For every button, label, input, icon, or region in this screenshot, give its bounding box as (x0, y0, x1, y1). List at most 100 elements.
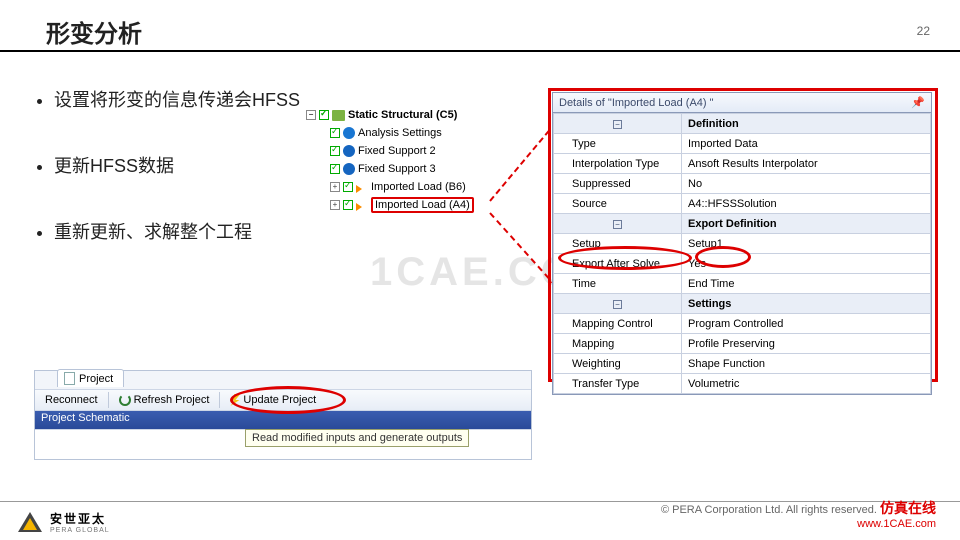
update-label: Update Project (243, 394, 316, 406)
check-icon (330, 128, 340, 138)
property-row[interactable]: Transfer TypeVolumetric (554, 374, 931, 394)
slide-title: 形变分析 (46, 14, 142, 49)
property-row[interactable]: SourceA4::HFSSSolution (554, 194, 931, 214)
tree-item-label: Fixed Support 3 (358, 163, 436, 175)
prop-value[interactable]: Imported Data (682, 134, 931, 154)
update-tooltip: Read modified inputs and generate output… (245, 429, 469, 447)
project-schematic-bar[interactable]: Project Schematic (35, 411, 191, 429)
details-table: −Definition TypeImported Data Interpolat… (553, 113, 931, 394)
section-label: Settings (682, 294, 931, 314)
bullet-item: 设置将形变的信息传递会HFSS (54, 86, 300, 112)
refresh-icon (119, 394, 131, 406)
copyright-text: © PERA Corporation Ltd. All rights reser… (661, 504, 877, 516)
outline-tree[interactable]: − Static Structural (C5) Analysis Settin… (300, 106, 500, 214)
support-icon (343, 163, 355, 175)
section-row[interactable]: −Definition (554, 114, 931, 134)
prop-key: Time (554, 274, 682, 294)
check-icon (343, 200, 353, 210)
check-icon (343, 182, 353, 192)
property-row[interactable]: WeightingShape Function (554, 354, 931, 374)
tree-item-label: Analysis Settings (358, 127, 442, 139)
tree-item[interactable]: + Imported Load (B6) (300, 178, 500, 196)
prop-value[interactable]: Volumetric (682, 374, 931, 394)
prop-key: Suppressed (554, 174, 682, 194)
check-icon (330, 146, 340, 156)
pin-icon[interactable]: 📌 (911, 96, 925, 109)
property-row[interactable]: Mapping ControlProgram Controlled (554, 314, 931, 334)
page-number: 22 (917, 24, 930, 38)
check-icon (330, 164, 340, 174)
footer-logo: 安世亚太 PERA GLOBAL (18, 510, 110, 534)
footer-brand: 仿真在线 (880, 500, 936, 516)
tree-item-label: Imported Load (B6) (371, 181, 466, 193)
logo-text: 安世亚太 PERA GLOBAL (50, 510, 110, 534)
collapse-icon[interactable]: − (306, 110, 316, 120)
project-tab-label: Project (79, 373, 113, 385)
prop-value[interactable]: Program Controlled (682, 314, 931, 334)
prop-key: Type (554, 134, 682, 154)
expand-icon[interactable]: + (330, 200, 340, 210)
footer-copyright: © PERA Corporation Ltd. All rights reser… (661, 498, 936, 518)
property-row[interactable]: SuppressedNo (554, 174, 931, 194)
property-row[interactable]: Export After SolveYes (554, 254, 931, 274)
prop-key: Mapping (554, 334, 682, 354)
footer-url: www.1CAE.com (661, 518, 936, 530)
bullet-list: 设置将形变的信息传递会HFSS 更新HFSS数据 重新更新、求解整个工程 (34, 86, 300, 284)
section-row[interactable]: −Settings (554, 294, 931, 314)
tree-root[interactable]: − Static Structural (C5) (300, 106, 500, 124)
details-title: Details of "Imported Load (A4) " (559, 97, 714, 109)
project-bar-spacer (191, 411, 531, 429)
prop-key: Export After Solve (554, 254, 682, 274)
property-row[interactable]: TimeEnd Time (554, 274, 931, 294)
gear-icon (343, 127, 355, 139)
prop-value[interactable]: Setup1 (682, 234, 931, 254)
prop-value[interactable]: A4::HFSSSolution (682, 194, 931, 214)
prop-value[interactable]: Shape Function (682, 354, 931, 374)
tree-item-label: Imported Load (A4) (371, 197, 474, 213)
footer-right: © PERA Corporation Ltd. All rights reser… (661, 498, 936, 530)
expand-icon[interactable]: + (330, 182, 340, 192)
check-icon (319, 110, 329, 120)
tree-root-label: Static Structural (C5) (348, 109, 457, 121)
folder-icon (332, 110, 345, 121)
property-row[interactable]: TypeImported Data (554, 134, 931, 154)
section-label: Export Definition (682, 214, 931, 234)
toolbar-separator (108, 392, 109, 408)
details-panel: Details of "Imported Load (A4) " 📌 −Defi… (552, 92, 932, 395)
project-tab[interactable]: Project (57, 369, 124, 387)
tree-item[interactable]: Analysis Settings (300, 124, 500, 142)
details-header: Details of "Imported Load (A4) " 📌 (553, 93, 931, 113)
logo-en: PERA GLOBAL (50, 527, 110, 534)
prop-value[interactable]: Ansoft Results Interpolator (682, 154, 931, 174)
prop-value[interactable]: Profile Preserving (682, 334, 931, 354)
prop-key: Transfer Type (554, 374, 682, 394)
refresh-project-button[interactable]: Refresh Project (113, 393, 216, 407)
project-toolbar: Reconnect Refresh Project Update Project (35, 389, 531, 411)
property-row[interactable]: SetupSetup1 (554, 234, 931, 254)
prop-value[interactable]: No (682, 174, 931, 194)
document-icon (64, 372, 75, 385)
bullet-item: 重新更新、求解整个工程 (54, 218, 300, 244)
prop-value[interactable]: Yes (682, 254, 931, 274)
refresh-label: Refresh Project (134, 394, 210, 406)
reconnect-label: Reconnect (45, 394, 98, 406)
tree-item-label: Fixed Support 2 (358, 145, 436, 157)
property-row[interactable]: Interpolation TypeAnsoft Results Interpo… (554, 154, 931, 174)
bullet-item: 更新HFSS数据 (54, 152, 300, 178)
prop-key: Weighting (554, 354, 682, 374)
prop-key: Interpolation Type (554, 154, 682, 174)
tree-item[interactable]: Fixed Support 2 (300, 142, 500, 160)
prop-value[interactable]: End Time (682, 274, 931, 294)
prop-key: Setup (554, 234, 682, 254)
tree-item-selected[interactable]: + Imported Load (A4) (300, 196, 500, 214)
property-row[interactable]: MappingProfile Preserving (554, 334, 931, 354)
section-row[interactable]: −Export Definition (554, 214, 931, 234)
update-project-button[interactable]: Update Project (224, 393, 322, 407)
lightning-icon (230, 394, 240, 406)
logo-triangle-icon (18, 512, 42, 532)
reconnect-button[interactable]: Reconnect (39, 393, 104, 407)
project-panel: Project Reconnect Refresh Project Update… (34, 370, 532, 460)
tree-item[interactable]: Fixed Support 3 (300, 160, 500, 178)
prop-key: Source (554, 194, 682, 214)
import-icon (356, 199, 368, 211)
